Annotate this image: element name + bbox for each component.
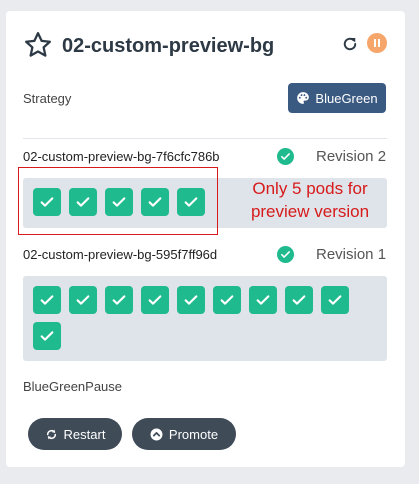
star-icon[interactable]: [23, 30, 53, 60]
replicaset-revision: Revision 2: [316, 148, 387, 165]
promote-icon: [150, 428, 163, 440]
pods-container: [23, 276, 387, 361]
replicaset-name: 02-custom-preview-bg-7f6cfc786b: [23, 149, 220, 164]
rollout-title: 02-custom-preview-bg: [62, 35, 275, 57]
annotation-text: Only 5 pods for preview version: [250, 179, 370, 221]
check-icon: [220, 295, 234, 305]
divider: [23, 138, 387, 139]
promote-button[interactable]: Promote: [132, 418, 236, 450]
current-step: BlueGreenPause: [23, 379, 123, 394]
promote-label: Promote: [168, 426, 219, 442]
check-icon: [277, 148, 294, 165]
check-icon: [76, 295, 90, 305]
pod-3[interactable]: [105, 286, 133, 314]
replicaset-name: 02-custom-preview-bg-595f7ff96d: [23, 247, 218, 262]
check-icon: [256, 295, 270, 305]
annotation-box: [18, 167, 218, 235]
pod-2[interactable]: [69, 286, 97, 314]
check-icon: [184, 295, 198, 305]
strategy-label: Strategy: [23, 91, 72, 106]
restart-icon: [46, 429, 56, 439]
strategy-value: BlueGreen: [315, 90, 378, 106]
restart-label: Restart: [63, 426, 106, 442]
check-icon: [328, 295, 342, 305]
check-icon: [148, 295, 162, 305]
replicaset-revision: Revision 1: [316, 246, 387, 263]
pod-8[interactable]: [285, 286, 313, 314]
rollout-card: 02-custom-preview-bg Strategy BlueGreen …: [6, 11, 405, 467]
pod-9[interactable]: [321, 286, 349, 314]
check-icon: [292, 295, 306, 305]
pod-4[interactable]: [141, 286, 169, 314]
strategy-button[interactable]: BlueGreen: [288, 83, 386, 113]
pause-icon[interactable]: [367, 33, 387, 53]
pod-7[interactable]: [249, 286, 277, 314]
check-icon: [112, 295, 126, 305]
pod-1[interactable]: [33, 286, 61, 314]
check-icon: [277, 246, 294, 263]
refresh-icon[interactable]: [341, 35, 359, 53]
palette-icon: [297, 92, 310, 104]
check-icon: [40, 295, 54, 305]
pod-6[interactable]: [213, 286, 241, 314]
check-icon: [40, 331, 54, 341]
pod-5[interactable]: [177, 286, 205, 314]
restart-button[interactable]: Restart: [28, 418, 122, 450]
pod-10[interactable]: [33, 322, 61, 350]
